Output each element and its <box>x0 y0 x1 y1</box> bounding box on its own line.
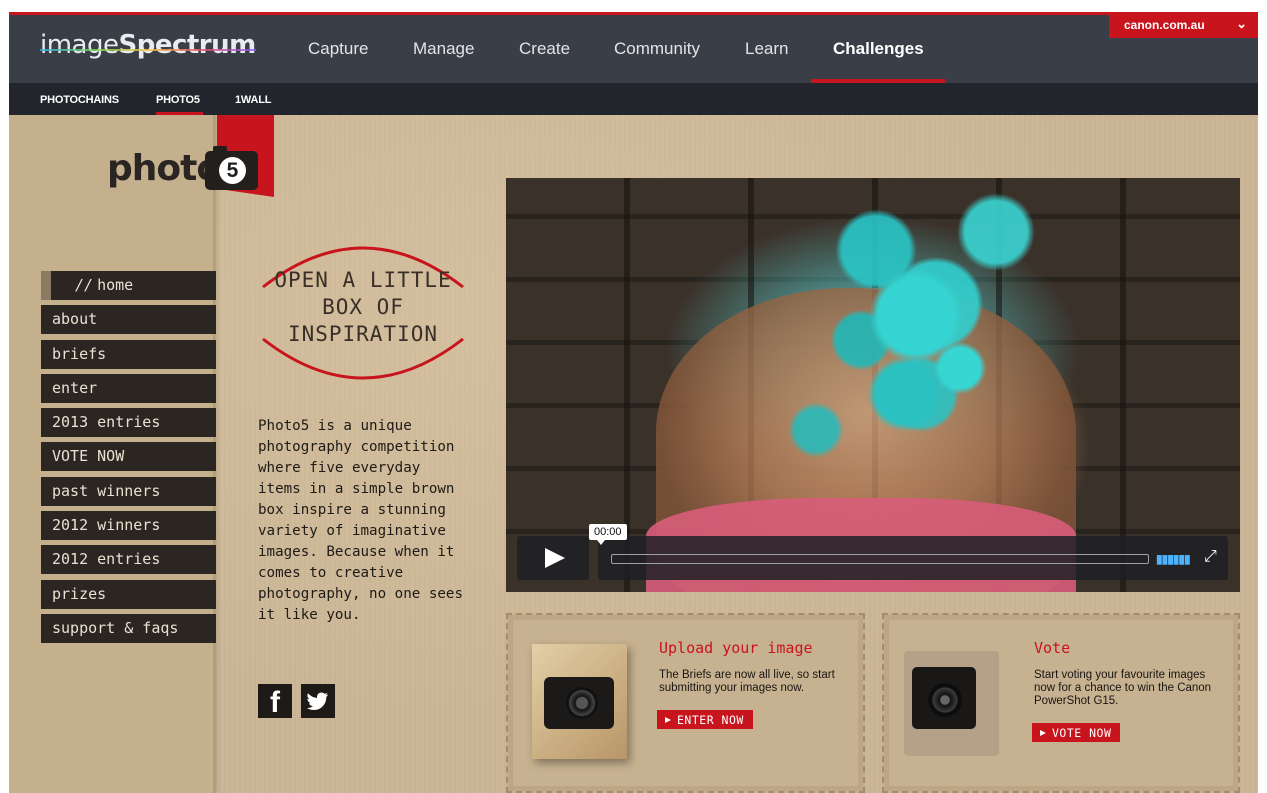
headline-badge: OPEN A LITTLE BOX OF INSPIRATION <box>255 229 471 381</box>
twitter-icon[interactable] <box>301 684 335 718</box>
headline-text: OPEN A LITTLE BOX OF INSPIRATION <box>255 267 471 348</box>
vote-card: Vote Start voting your favourite images … <box>882 613 1240 793</box>
logo-text-bold: Spectrum <box>118 30 256 60</box>
subnav-photo5[interactable]: PHOTO5 <box>156 94 200 106</box>
menu-item-enter[interactable]: enter <box>41 373 216 403</box>
facebook-icon[interactable]: f <box>258 684 292 719</box>
seek-bar[interactable] <box>611 554 1149 564</box>
top-accent-line <box>9 12 1258 15</box>
play-button[interactable] <box>517 536 589 580</box>
region-dropdown-button[interactable]: canon.com.au ⌄ <box>1109 12 1258 38</box>
video-player[interactable]: 00:00 ▮▮▮▮▮▮ ⤢ <box>506 178 1240 592</box>
browser-page: imageSpectrum Capture Manage Create Comm… <box>9 12 1258 793</box>
photo5-logo-word[interactable]: photo <box>107 148 221 189</box>
arrow-icon <box>1040 730 1046 736</box>
menu-item-2012-entries[interactable]: 2012 entries <box>41 545 216 575</box>
upload-card: Upload your image The Briefs are now all… <box>506 613 865 793</box>
upload-card-title[interactable]: Upload your image <box>659 639 813 657</box>
intro-paragraph: Photo5 is a unique photography competiti… <box>258 418 463 623</box>
nav-capture[interactable]: Capture <box>308 39 368 59</box>
enter-now-button[interactable]: ENTER NOW <box>657 710 753 729</box>
menu-item-past-winners[interactable]: past winners <box>41 476 216 506</box>
logo-text-light: image <box>40 30 119 60</box>
arrow-icon <box>665 717 671 723</box>
menu-item-briefs[interactable]: briefs <box>41 339 216 369</box>
dslr-camera-image <box>544 677 614 729</box>
twitter-bird-icon <box>307 692 328 710</box>
top-navigation-bar: imageSpectrum Capture Manage Create Comm… <box>9 12 1258 83</box>
nav-create[interactable]: Create <box>519 39 570 59</box>
video-frame-paint-splash-center <box>806 238 1026 498</box>
region-label: canon.com.au <box>1124 18 1205 32</box>
menu-item-vote-now[interactable]: VOTE NOW <box>41 442 216 472</box>
menu-item-prizes[interactable]: prizes <box>41 579 216 609</box>
vote-now-button[interactable]: VOTE NOW <box>1032 723 1121 742</box>
menu-item-2013-entries[interactable]: 2013 entries <box>41 408 216 438</box>
menu-item-support-faqs[interactable]: support & faqs <box>41 613 216 643</box>
vote-now-label: VOTE NOW <box>1052 726 1112 740</box>
video-controls: 00:00 ▮▮▮▮▮▮ ⤢ <box>589 524 1228 580</box>
powershot-camera-image <box>912 667 976 729</box>
side-menu: //home about briefs enter 2013 entries V… <box>41 271 216 648</box>
menu-item-2012-winners[interactable]: 2012 winners <box>41 511 216 541</box>
imagespectrum-logo[interactable]: imageSpectrum <box>40 30 256 60</box>
menu-item-home[interactable]: //home <box>41 271 216 300</box>
subnav-photochains[interactable]: PHOTOCHAINS <box>40 94 119 106</box>
nav-learn[interactable]: Learn <box>745 39 788 59</box>
time-tooltip: 00:00 <box>589 524 627 545</box>
headline-line-2: BOX OF <box>322 295 404 319</box>
menu-item-about[interactable]: about <box>41 305 216 335</box>
enter-now-label: ENTER NOW <box>677 713 744 727</box>
logo-spectrum-stripe <box>40 49 256 51</box>
menu-slash: // <box>75 276 94 294</box>
headline-line-3: INSPIRATION <box>287 322 439 346</box>
volume-icon[interactable]: ▮▮▮▮▮▮ <box>1156 552 1191 566</box>
nav-manage[interactable]: Manage <box>413 39 474 59</box>
fullscreen-icon[interactable]: ⤢ <box>1204 548 1217 566</box>
subnav-1wall[interactable]: 1WALL <box>235 94 271 106</box>
headline-line-1: OPEN A LITTLE <box>274 268 452 292</box>
active-subnav-indicator <box>156 112 203 115</box>
vote-card-title[interactable]: Vote <box>1034 639 1070 657</box>
photo5-logo-number: 5 <box>219 157 246 184</box>
nav-challenges[interactable]: Challenges <box>833 39 924 59</box>
chevron-down-icon: ⌄ <box>1236 16 1247 31</box>
sub-navigation-bar: PHOTOCHAINS PHOTO5 1WALL <box>9 83 1258 115</box>
upload-card-text: The Briefs are now all live, so start su… <box>659 669 835 694</box>
nav-community[interactable]: Community <box>614 39 700 59</box>
vote-card-text: Start voting your favourite images now f… <box>1034 669 1212 707</box>
menu-item-label: home <box>97 276 134 294</box>
camera-five-icon[interactable]: 5 <box>205 146 258 190</box>
